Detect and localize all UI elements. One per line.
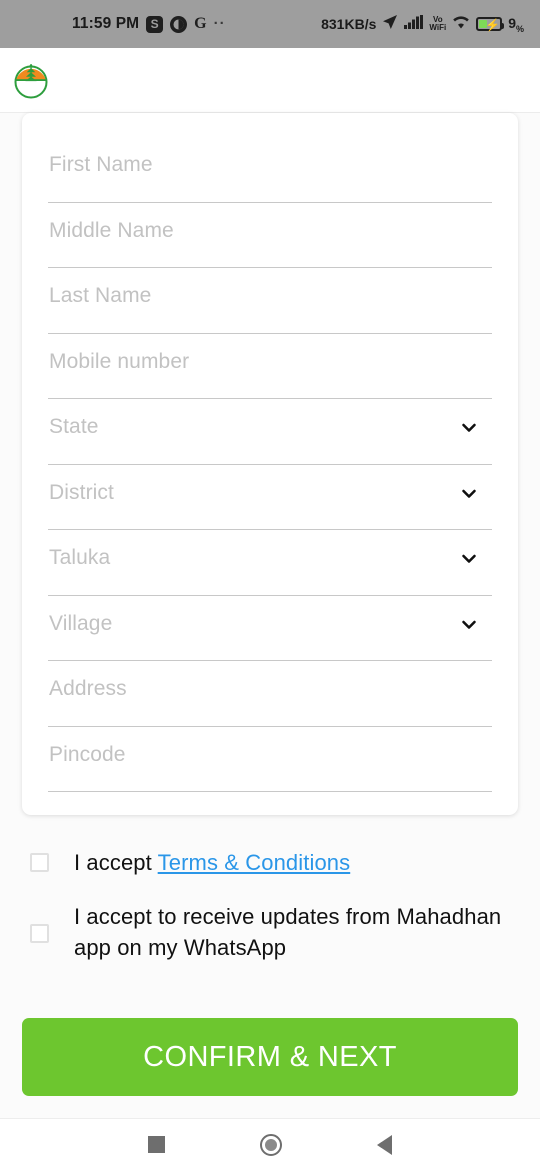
recents-square-icon[interactable] — [147, 1136, 165, 1153]
consent-terms-prefix: I accept — [74, 849, 158, 875]
field-taluka[interactable]: Taluka — [48, 530, 492, 596]
network-speed: 831KB/s — [321, 16, 377, 32]
app-bar — [0, 48, 540, 113]
checkbox-terms[interactable] — [30, 852, 49, 872]
field-label-district: District — [49, 480, 114, 504]
back-triangle-icon[interactable] — [377, 1134, 393, 1155]
consent-row-whatsapp[interactable]: I accept to receive updates from Mahadha… — [0, 901, 540, 963]
battery-percent: 9% — [508, 14, 524, 34]
consent-row-terms[interactable]: I accept Terms & Conditions — [0, 840, 540, 884]
field-village[interactable]: Village — [48, 596, 492, 661]
field-middle-name[interactable]: Middle Name — [48, 203, 492, 268]
field-label-address: Address — [49, 677, 127, 700]
chevron-down-icon[interactable] — [460, 419, 478, 437]
registration-form-card: First Name Middle Name Last Name Mobile … — [22, 113, 518, 815]
chevron-down-icon[interactable] — [460, 616, 478, 634]
location-arrow-icon — [382, 14, 398, 34]
field-label-last-name: Last Name — [49, 284, 152, 307]
field-label-mobile-number: Mobile number — [49, 349, 190, 373]
field-mobile-number[interactable]: Mobile number — [48, 334, 492, 399]
status-bar-left: 11:59 PM S G ·· — [16, 15, 226, 33]
status-bar: 11:59 PM S G ·· 831KB/s Vo WiFi ⚡ 9% — [0, 0, 540, 48]
field-label-taluka: Taluka — [49, 546, 111, 569]
consent-section: I accept Terms & Conditions I accept to … — [0, 840, 540, 963]
field-label-middle-name: Middle Name — [49, 218, 174, 242]
confirm-and-next-button[interactable]: CONFIRM & NEXT — [22, 1018, 518, 1096]
mahadhan-logo-icon[interactable] — [12, 61, 50, 99]
field-underline — [48, 791, 492, 792]
phone-screen: 11:59 PM S G ·· 831KB/s Vo WiFi ⚡ 9% Fir… — [0, 0, 540, 1170]
field-address[interactable]: Address — [48, 661, 492, 727]
field-last-name[interactable]: Last Name — [48, 268, 492, 334]
field-first-name[interactable]: First Name — [48, 137, 492, 203]
status-time: 11:59 PM — [72, 15, 140, 32]
consent-whatsapp-text: I accept to receive updates from Mahadha… — [74, 904, 502, 960]
status-overflow-icon: ·· — [213, 15, 226, 32]
app-badge-s-icon: S — [146, 15, 164, 33]
app-badge-google-icon: G — [194, 15, 207, 32]
terms-and-conditions-link[interactable]: Terms & Conditions — [158, 850, 351, 875]
signal-bars-icon — [404, 15, 424, 33]
chevron-down-icon[interactable] — [460, 485, 478, 503]
android-nav-bar — [0, 1118, 540, 1170]
chevron-down-icon[interactable] — [460, 550, 478, 568]
checkbox-whatsapp[interactable] — [30, 923, 49, 943]
vowifi-icon: Vo WiFi — [429, 15, 447, 32]
home-circle-icon[interactable] — [259, 1133, 282, 1156]
field-label-state: State — [49, 415, 99, 438]
field-label-first-name: First Name — [49, 153, 153, 176]
app-badge-circle-icon — [170, 15, 188, 33]
battery-icon: ⚡ — [476, 17, 505, 32]
primary-button-container: CONFIRM & NEXT — [0, 1018, 540, 1096]
wifi-icon — [452, 15, 470, 33]
status-bar-right: 831KB/s Vo WiFi ⚡ 9% — [321, 14, 524, 34]
field-label-village: Village — [49, 611, 113, 635]
field-district[interactable]: District — [48, 465, 492, 530]
field-label-pincode: Pincode — [49, 742, 126, 766]
consent-terms-text: I accept Terms & Conditions — [74, 847, 350, 878]
field-state[interactable]: State — [48, 399, 492, 465]
field-pincode[interactable]: Pincode — [48, 727, 492, 792]
